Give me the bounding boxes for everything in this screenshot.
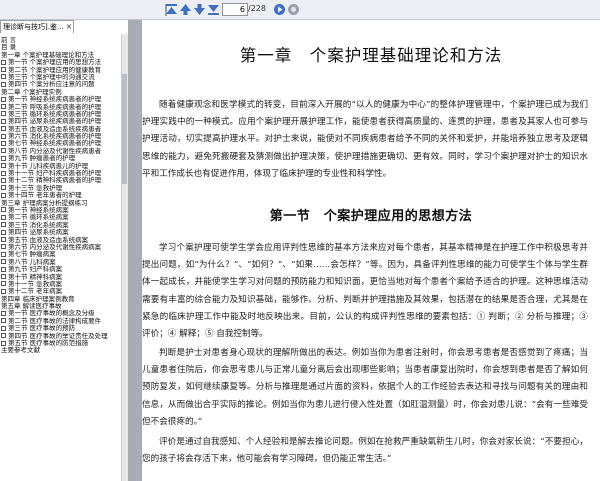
expand-box-icon[interactable] (1, 318, 6, 324)
expand-box-icon[interactable] (1, 274, 6, 279)
expand-box-icon[interactable] (1, 281, 6, 287)
expand-box-icon[interactable] (1, 81, 6, 87)
expand-box-icon[interactable] (1, 266, 6, 272)
expand-box-icon[interactable] (1, 237, 6, 243)
paragraph: 随着健康观念和医学模式的转变，目前深入开展的“以人的健康为中心”的整体护理管理中… (142, 100, 588, 179)
last-page-icon[interactable] (206, 2, 221, 17)
page-number-input[interactable]: 6 (222, 3, 248, 16)
expand-box-icon[interactable] (1, 133, 6, 139)
expand-box-icon[interactable] (1, 170, 6, 176)
chapter-title: 第一章 个案护理基础理论和方法 (239, 46, 503, 65)
document-tab[interactable]: 理诊断与技巧].鉴... (0, 20, 74, 33)
next-page-icon[interactable] (192, 2, 207, 17)
bookmark-list: 前 言目 录第一章 个案护理基础理论和方法 第一节 个案护理应用的思想方法 第二节 … (0, 37, 124, 437)
expand-box-icon[interactable] (1, 177, 6, 183)
close-icon[interactable]: × (64, 20, 74, 33)
expand-box-icon[interactable] (1, 244, 6, 250)
paragraph: 判断是护士对患者身心现状的理解所做出的表达。例如当你为患者注射时，你会思考患者是… (142, 348, 588, 427)
expand-box-icon[interactable] (1, 222, 6, 228)
expand-box-icon[interactable] (1, 214, 6, 220)
prev-page-icon[interactable] (178, 2, 193, 17)
expand-box-icon[interactable] (1, 148, 6, 154)
expand-box-icon[interactable] (1, 163, 6, 169)
expand-box-icon[interactable] (1, 59, 6, 65)
section-title: 第一节 个案护理应用的思想方法 (269, 209, 473, 224)
expand-box-icon[interactable] (1, 325, 6, 331)
expand-box-icon[interactable] (1, 74, 6, 80)
document-tab-label: 理诊断与技巧].鉴... (3, 23, 64, 31)
expand-box-icon[interactable] (1, 140, 6, 146)
first-page-icon[interactable] (164, 2, 179, 17)
bookmark-sidebar: 前 言目 录第一章 个案护理基础理论和方法 第一节 个案护理应用的思想方法 第二节 … (0, 34, 128, 481)
expand-box-icon[interactable] (1, 251, 6, 257)
page-total: /228 (248, 4, 266, 13)
expand-box-icon[interactable] (1, 118, 6, 124)
bookmark-item[interactable]: 前 言 (0, 37, 124, 44)
expand-box-icon[interactable] (1, 155, 6, 161)
scrollbar-thumb[interactable] (122, 74, 127, 184)
paragraph: 学习个案护理可使学生学会应用评判性思维的基本方法来应对每个患者，其基本精神是在护… (142, 243, 588, 340)
expand-box-icon[interactable] (1, 333, 6, 339)
stop-icon[interactable] (286, 2, 301, 17)
expand-box-icon[interactable] (1, 126, 6, 132)
expand-box-icon[interactable] (1, 96, 6, 102)
expand-box-icon[interactable] (1, 67, 6, 73)
document-page: 第一章 个案护理基础理论和方法 随着健康观念和医学模式的转变，目前深入开展的“以… (142, 20, 600, 481)
expand-box-icon[interactable] (1, 111, 6, 117)
go-icon[interactable] (272, 2, 287, 17)
pdf-toolbar: 6 /228 (0, 0, 600, 20)
page-gutter (128, 20, 142, 481)
expand-box-icon[interactable] (1, 104, 6, 110)
sidebar-scrollbar[interactable] (121, 34, 128, 481)
paragraph: 评价是通过自我感知、个人经验和是解去推论问题。例如在抢救严重缺氧新生儿时，你会对… (142, 437, 588, 465)
expand-box-icon[interactable] (1, 207, 6, 213)
expand-box-icon[interactable] (1, 259, 6, 265)
bookmark-item[interactable]: 主要参考文献 (0, 347, 124, 354)
bookmark-label: 主要参考文献 (1, 346, 40, 355)
expand-box-icon[interactable] (1, 185, 6, 191)
expand-box-icon[interactable] (1, 229, 6, 235)
expand-box-icon[interactable] (1, 288, 6, 294)
expand-box-icon[interactable] (1, 310, 6, 316)
expand-box-icon[interactable] (1, 340, 6, 346)
expand-box-icon[interactable] (1, 192, 6, 198)
